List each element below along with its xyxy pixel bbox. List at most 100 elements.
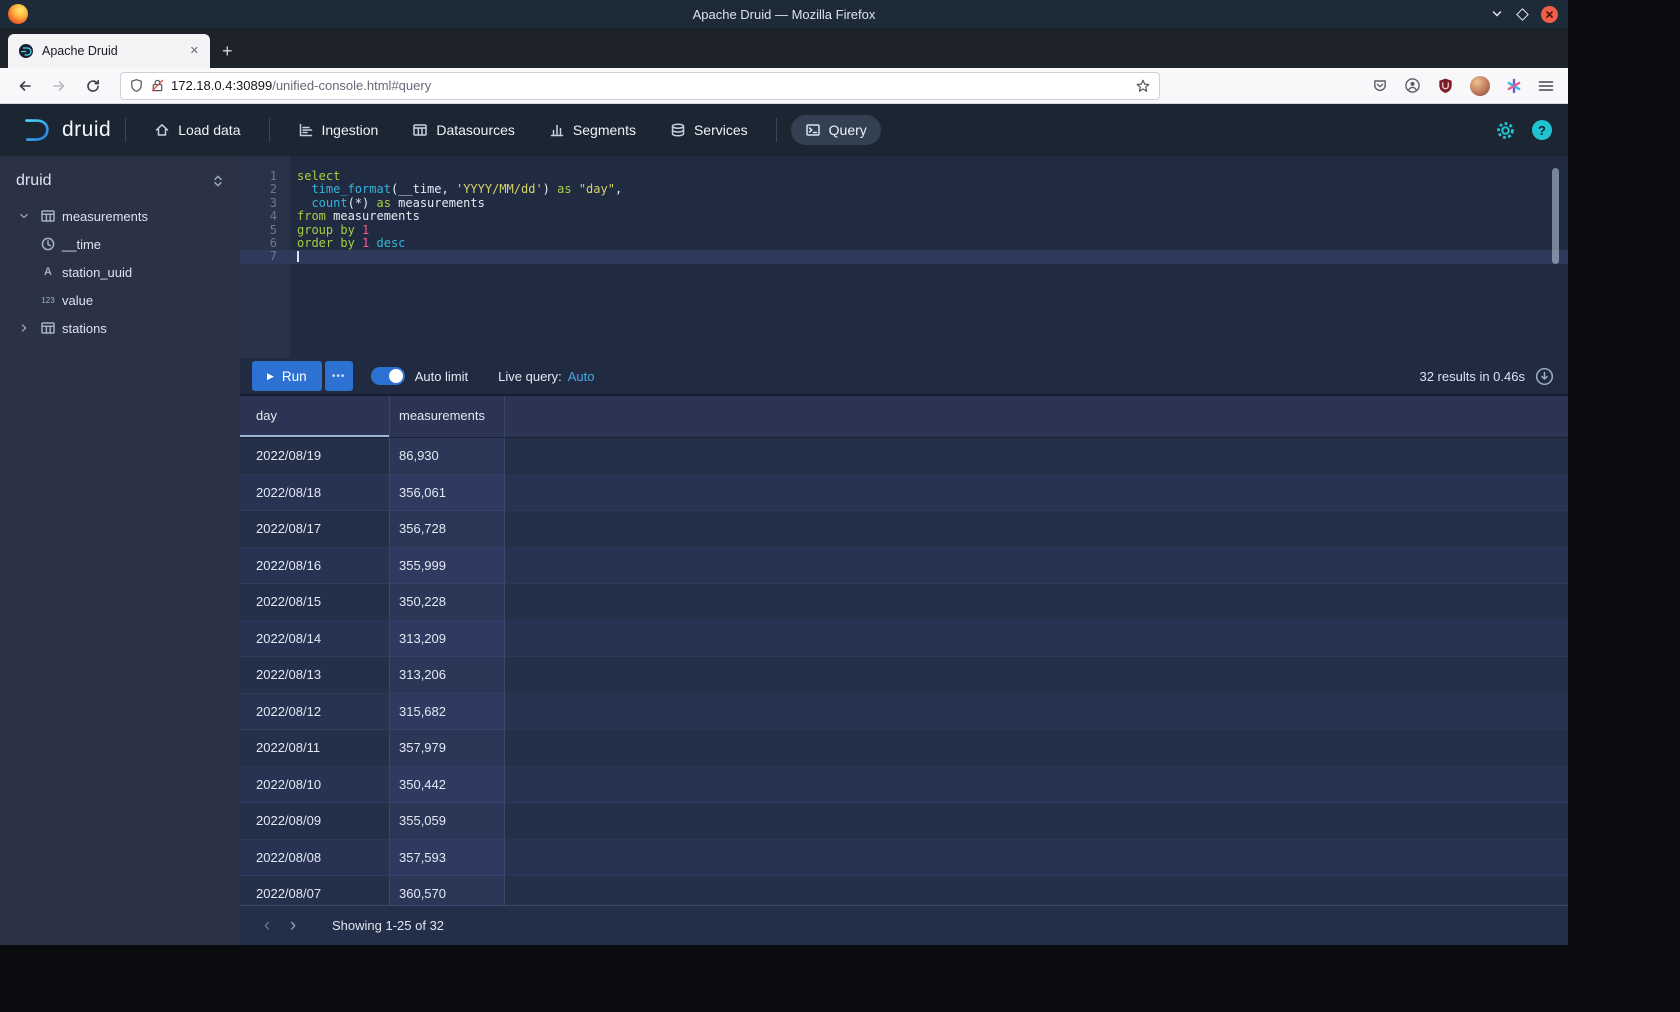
nav-item-datasources[interactable]: Datasources <box>398 115 529 145</box>
live-query-value[interactable]: Auto <box>568 369 595 384</box>
cell-day[interactable]: 2022/08/13 <box>240 657 390 694</box>
results-summary: 32 results in 0.46s <box>1419 369 1525 384</box>
window-maximize-icon[interactable] <box>1516 8 1529 21</box>
query-view: 1select2 time_format(__time, 'YYYY/MM/dd… <box>240 156 1568 945</box>
run-button[interactable]: ▶ Run <box>252 361 322 391</box>
cell-measurements[interactable]: 356,728 <box>390 511 505 548</box>
number-icon: 123 <box>39 296 57 305</box>
nav-item-services[interactable]: Services <box>656 115 762 145</box>
ublock-icon[interactable] <box>1437 77 1454 94</box>
nav-item-ingestion[interactable]: Ingestion <box>284 115 393 145</box>
editor-line[interactable]: 1select <box>240 170 1568 183</box>
cell-day[interactable]: 2022/08/18 <box>240 475 390 512</box>
tree-item-label: value <box>62 293 93 308</box>
table-row: 2022/08/14313,209 <box>240 621 1568 658</box>
cell-measurements[interactable]: 313,209 <box>390 621 505 658</box>
tree-item-stations[interactable]: stations <box>0 314 240 342</box>
druid-nav-primary: Load data <box>140 115 254 145</box>
tree-item-__time[interactable]: __time <box>0 230 240 258</box>
profile-avatar[interactable] <box>1470 76 1490 96</box>
editor-scrollbar[interactable] <box>1552 168 1559 264</box>
cell-day[interactable]: 2022/08/19 <box>240 438 390 475</box>
window-titlebar: Apache Druid — Mozilla Firefox <box>0 0 1568 28</box>
reload-button[interactable] <box>78 72 108 100</box>
sql-editor[interactable]: 1select2 time_format(__time, 'YYYY/MM/dd… <box>240 156 1568 358</box>
auto-limit-label[interactable]: Auto limit <box>415 369 468 384</box>
cell-day[interactable]: 2022/08/17 <box>240 511 390 548</box>
extension-icon[interactable] <box>1506 78 1522 94</box>
caret-down-icon[interactable] <box>14 209 34 223</box>
cell-day[interactable]: 2022/08/10 <box>240 767 390 804</box>
pocket-icon[interactable] <box>1372 78 1388 94</box>
editor-line[interactable]: 3 count(*) as measurements <box>240 197 1568 210</box>
window-close-icon[interactable] <box>1541 6 1558 23</box>
cell-measurements[interactable]: 350,228 <box>390 584 505 621</box>
next-page-button[interactable]: › <box>280 916 306 935</box>
settings-gear-icon[interactable] <box>1495 120 1516 141</box>
nav-item-query[interactable]: Query <box>791 115 881 145</box>
ingestion-icon <box>298 122 314 138</box>
insecure-lock-icon[interactable] <box>150 78 165 93</box>
cell-measurements[interactable]: 356,061 <box>390 475 505 512</box>
window-shade-icon[interactable] <box>1490 7 1504 21</box>
tree-item-station_uuid[interactable]: Astation_uuid <box>0 258 240 286</box>
prev-page-button[interactable]: ‹ <box>254 916 280 935</box>
forward-button[interactable] <box>44 72 74 100</box>
table-row: 2022/08/18356,061 <box>240 475 1568 512</box>
menu-button[interactable] <box>1538 79 1554 93</box>
browser-tab[interactable]: Apache Druid ✕ <box>8 34 210 68</box>
column-header-day[interactable]: day <box>240 396 390 437</box>
line-number: 5 <box>240 224 290 237</box>
cell-measurements[interactable]: 315,682 <box>390 694 505 731</box>
cell-measurements[interactable]: 86,930 <box>390 438 505 475</box>
column-header-measurements[interactable]: measurements <box>390 396 505 437</box>
cell-day[interactable]: 2022/08/12 <box>240 694 390 731</box>
cell-measurements[interactable]: 313,206 <box>390 657 505 694</box>
cell-measurements[interactable]: 357,979 <box>390 730 505 767</box>
cell-measurements[interactable]: 355,999 <box>390 548 505 585</box>
cell-day[interactable]: 2022/08/15 <box>240 584 390 621</box>
bookmark-star-icon[interactable] <box>1135 78 1151 94</box>
caret-right-icon[interactable] <box>14 321 34 335</box>
run-options-button[interactable]: ••• <box>325 361 353 391</box>
row-filler <box>505 730 1568 767</box>
druid-logo[interactable]: druid <box>16 116 111 145</box>
line-number: 4 <box>240 210 290 223</box>
pagination-status: Showing 1-25 of 32 <box>332 918 444 933</box>
cell-day[interactable]: 2022/08/08 <box>240 840 390 877</box>
table-icon <box>39 320 57 336</box>
datasources-icon <box>412 122 428 138</box>
segments-icon <box>549 122 565 138</box>
back-button[interactable] <box>10 72 40 100</box>
live-query-label: Live query: <box>498 369 562 384</box>
account-icon[interactable] <box>1404 77 1421 94</box>
schema-selector[interactable]: druid <box>0 166 240 202</box>
url-path: /unified-console.html#query <box>272 78 431 93</box>
cell-day[interactable]: 2022/08/14 <box>240 621 390 658</box>
auto-limit-toggle[interactable] <box>371 367 405 385</box>
tree-item-label: measurements <box>62 209 148 224</box>
editor-line[interactable]: 5group by 1 <box>240 224 1568 237</box>
editor-line[interactable]: 6order by 1 desc <box>240 237 1568 250</box>
cell-day[interactable]: 2022/08/16 <box>240 548 390 585</box>
new-tab-button[interactable]: + <box>210 42 245 60</box>
cell-day[interactable]: 2022/08/11 <box>240 730 390 767</box>
tree-item-value[interactable]: 123 value <box>0 286 240 314</box>
download-icon[interactable] <box>1535 367 1554 386</box>
cell-day[interactable]: 2022/08/09 <box>240 803 390 840</box>
tab-close-icon[interactable]: ✕ <box>187 43 202 60</box>
editor-line[interactable]: 7 <box>240 250 1568 263</box>
cell-measurements[interactable]: 357,593 <box>390 840 505 877</box>
editor-line[interactable]: 4from measurements <box>240 210 1568 223</box>
tree-item-measurements[interactable]: measurements <box>0 202 240 230</box>
editor-line[interactable]: 2 time_format(__time, 'YYYY/MM/dd') as "… <box>240 183 1568 196</box>
cell-measurements[interactable]: 350,442 <box>390 767 505 804</box>
help-icon[interactable]: ? <box>1532 120 1552 140</box>
nav-item-segments[interactable]: Segments <box>535 115 650 145</box>
cell-measurements[interactable]: 355,059 <box>390 803 505 840</box>
tracking-shield-icon[interactable] <box>129 78 144 93</box>
table-row: 2022/08/08357,593 <box>240 840 1568 877</box>
nav-item-load-data[interactable]: Load data <box>140 115 254 145</box>
string-icon: A <box>39 266 57 278</box>
url-bar[interactable]: 172.18.0.4:30899/unified-console.html#qu… <box>120 72 1160 100</box>
